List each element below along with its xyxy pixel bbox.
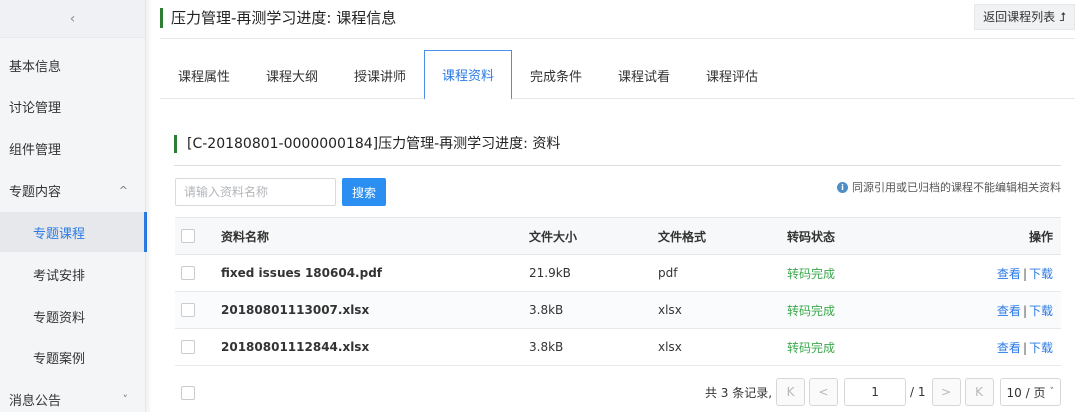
row-checkbox[interactable] — [181, 340, 195, 354]
notice: i 同源引用或已归档的课程不能编辑相关资料 — [837, 179, 1061, 195]
sidebar-item-topic-content[interactable]: 专题内容 ^ — [0, 170, 146, 210]
sidebar-item-label: 基本信息 — [9, 59, 62, 75]
sidebar-item-basic-info[interactable]: 基本信息 — [0, 45, 146, 85]
tab-course-attributes[interactable]: 课程属性 — [160, 50, 248, 100]
transcode-status: 转码完成 — [787, 340, 836, 355]
row-actions: 查看 | 下载 — [987, 265, 1061, 282]
collapse-sidebar-icon[interactable]: ‹ — [0, 0, 145, 38]
sidebar-item-announcements[interactable]: 消息公告 ˅ — [0, 379, 146, 412]
table-footer: 共 3 条记录, K < / 1 > K 10 / 页 ˅ — [175, 374, 1061, 412]
select-all-checkbox[interactable] — [181, 229, 195, 243]
row-checkbox[interactable] — [181, 303, 195, 317]
file-format: pdf — [658, 266, 678, 280]
chevron-up-icon: ^ — [118, 183, 128, 197]
file-name: fixed issues 180604.pdf — [221, 266, 382, 280]
page-number-input[interactable] — [844, 378, 907, 406]
file-format: xlsx — [658, 340, 682, 354]
view-link[interactable]: 查看 — [997, 304, 1021, 318]
materials-table: 资料名称 文件大小 文件格式 转码状态 操作 fixed issues 1806… — [175, 217, 1061, 366]
download-link[interactable]: 下载 — [1029, 341, 1053, 355]
table-row: 20180801113007.xlsx 3.8kB xlsx 转码完成 查看 | 下… — [175, 292, 1061, 329]
column-header-format: 文件格式 — [658, 229, 707, 244]
last-page-icon[interactable]: K — [964, 378, 994, 406]
action-separator: | — [1022, 340, 1027, 355]
page-size-select[interactable]: 10 / 页 ˅ — [999, 378, 1061, 406]
pagination: 共 3 条记录, K < / 1 > K 10 / 页 ˅ — [705, 378, 1061, 406]
tab-instructors[interactable]: 授课讲师 — [336, 50, 424, 100]
chevron-down-icon: ˅ — [122, 392, 129, 406]
file-name: 20180801112844.xlsx — [221, 340, 370, 354]
table-row: 20180801112844.xlsx 3.8kB xlsx 转码完成 查看 | 下… — [175, 329, 1061, 366]
tab-course-evaluation[interactable]: 课程评估 — [688, 50, 776, 100]
first-page-icon[interactable]: K — [776, 378, 806, 406]
sidebar-item-components[interactable]: 组件管理 — [0, 128, 146, 168]
row-checkbox[interactable] — [181, 266, 195, 280]
tab-bar: 课程属性 课程大纲 授课讲师 课程资料 完成条件 课程试看 课程评估 — [160, 50, 776, 100]
sidebar-item-label: 专题资料 — [33, 310, 86, 326]
divider — [160, 98, 1075, 99]
file-size: 21.9kB — [529, 266, 571, 280]
sidebar-item-label: 专题课程 — [33, 226, 86, 242]
transcode-status: 转码完成 — [787, 266, 836, 281]
tab-course-outline[interactable]: 课程大纲 — [248, 50, 336, 100]
footer-select-all-checkbox[interactable] — [181, 386, 195, 400]
sidebar-item-topic-cases[interactable]: 专题案例 — [0, 337, 146, 377]
view-link[interactable]: 查看 — [997, 267, 1021, 281]
sidebar-item-discussion[interactable]: 讨论管理 — [0, 86, 146, 126]
total-records: 共 3 条记录, — [704, 385, 773, 400]
search-button[interactable]: 搜索 — [342, 178, 386, 206]
sidebar-item-topic-materials[interactable]: 专题资料 — [0, 296, 146, 336]
tab-completion-conditions[interactable]: 完成条件 — [512, 50, 600, 100]
app-root: ‹ 基本信息 讨论管理 组件管理 专题内容 ^ 专题课程 考试安排 专题资料 专… — [0, 0, 1075, 412]
divider — [174, 165, 1061, 166]
column-header-name: 资料名称 — [221, 229, 270, 244]
file-name: 20180801113007.xlsx — [221, 303, 370, 317]
column-header-status: 转码状态 — [787, 229, 836, 244]
action-separator: | — [1022, 303, 1027, 318]
column-header-ops: 操作 — [1028, 229, 1053, 244]
table-header: 资料名称 文件大小 文件格式 转码状态 操作 — [175, 217, 1061, 255]
file-size: 3.8kB — [529, 303, 564, 317]
download-link[interactable]: 下载 — [1029, 267, 1053, 281]
page-title: 压力管理-再测学习进度: 课程信息 — [160, 8, 396, 28]
transcode-status: 转码完成 — [787, 303, 836, 318]
sidebar: ‹ 基本信息 讨论管理 组件管理 专题内容 ^ 专题课程 考试安排 专题资料 专… — [0, 0, 147, 412]
action-separator: | — [1022, 266, 1027, 281]
column-header-size: 文件大小 — [529, 229, 578, 244]
prev-page-icon[interactable]: < — [809, 378, 839, 406]
chevron-down-icon: ˅ — [1049, 387, 1055, 397]
sidebar-item-label: 消息公告 — [9, 393, 62, 409]
search-input[interactable] — [175, 178, 336, 206]
sidebar-item-label: 考试安排 — [33, 268, 86, 284]
notice-text: 同源引用或已归档的课程不能编辑相关资料 — [852, 181, 1061, 194]
row-actions: 查看 | 下载 — [987, 302, 1061, 319]
download-link[interactable]: 下载 — [1029, 304, 1053, 318]
page-size-value: 10 / 页 — [1006, 385, 1046, 400]
info-icon: i — [837, 181, 848, 193]
back-to-course-list-button[interactable]: 返回课程列表 ⮥ — [974, 4, 1075, 30]
file-format: xlsx — [658, 303, 682, 317]
row-actions: 查看 | 下载 — [987, 339, 1061, 356]
sidebar-item-topic-courses[interactable]: 专题课程 — [0, 212, 147, 252]
divider — [160, 38, 1075, 39]
tab-course-preview[interactable]: 课程试看 — [600, 50, 688, 100]
view-link[interactable]: 查看 — [997, 341, 1021, 355]
sidebar-item-label: 讨论管理 — [9, 100, 62, 116]
section-title: [C-20180801-0000000184]压力管理-再测学习进度: 资料 — [174, 135, 560, 153]
sidebar-item-label: 专题案例 — [33, 351, 86, 367]
file-size: 3.8kB — [529, 340, 564, 354]
sidebar-shadow — [146, 0, 152, 412]
total-pages: / 1 — [910, 385, 926, 399]
sidebar-item-label: 组件管理 — [9, 142, 62, 158]
table-row: fixed issues 180604.pdf 21.9kB pdf 转码完成 … — [175, 255, 1061, 292]
sidebar-item-exam-schedule[interactable]: 考试安排 — [0, 254, 146, 294]
sidebar-item-label: 专题内容 — [9, 184, 62, 200]
main-content: 压力管理-再测学习进度: 课程信息 返回课程列表 ⮥ 课程属性 课程大纲 授课讲… — [160, 0, 1075, 412]
tab-course-materials[interactable]: 课程资料 — [424, 50, 512, 100]
next-page-icon[interactable]: > — [931, 378, 961, 406]
